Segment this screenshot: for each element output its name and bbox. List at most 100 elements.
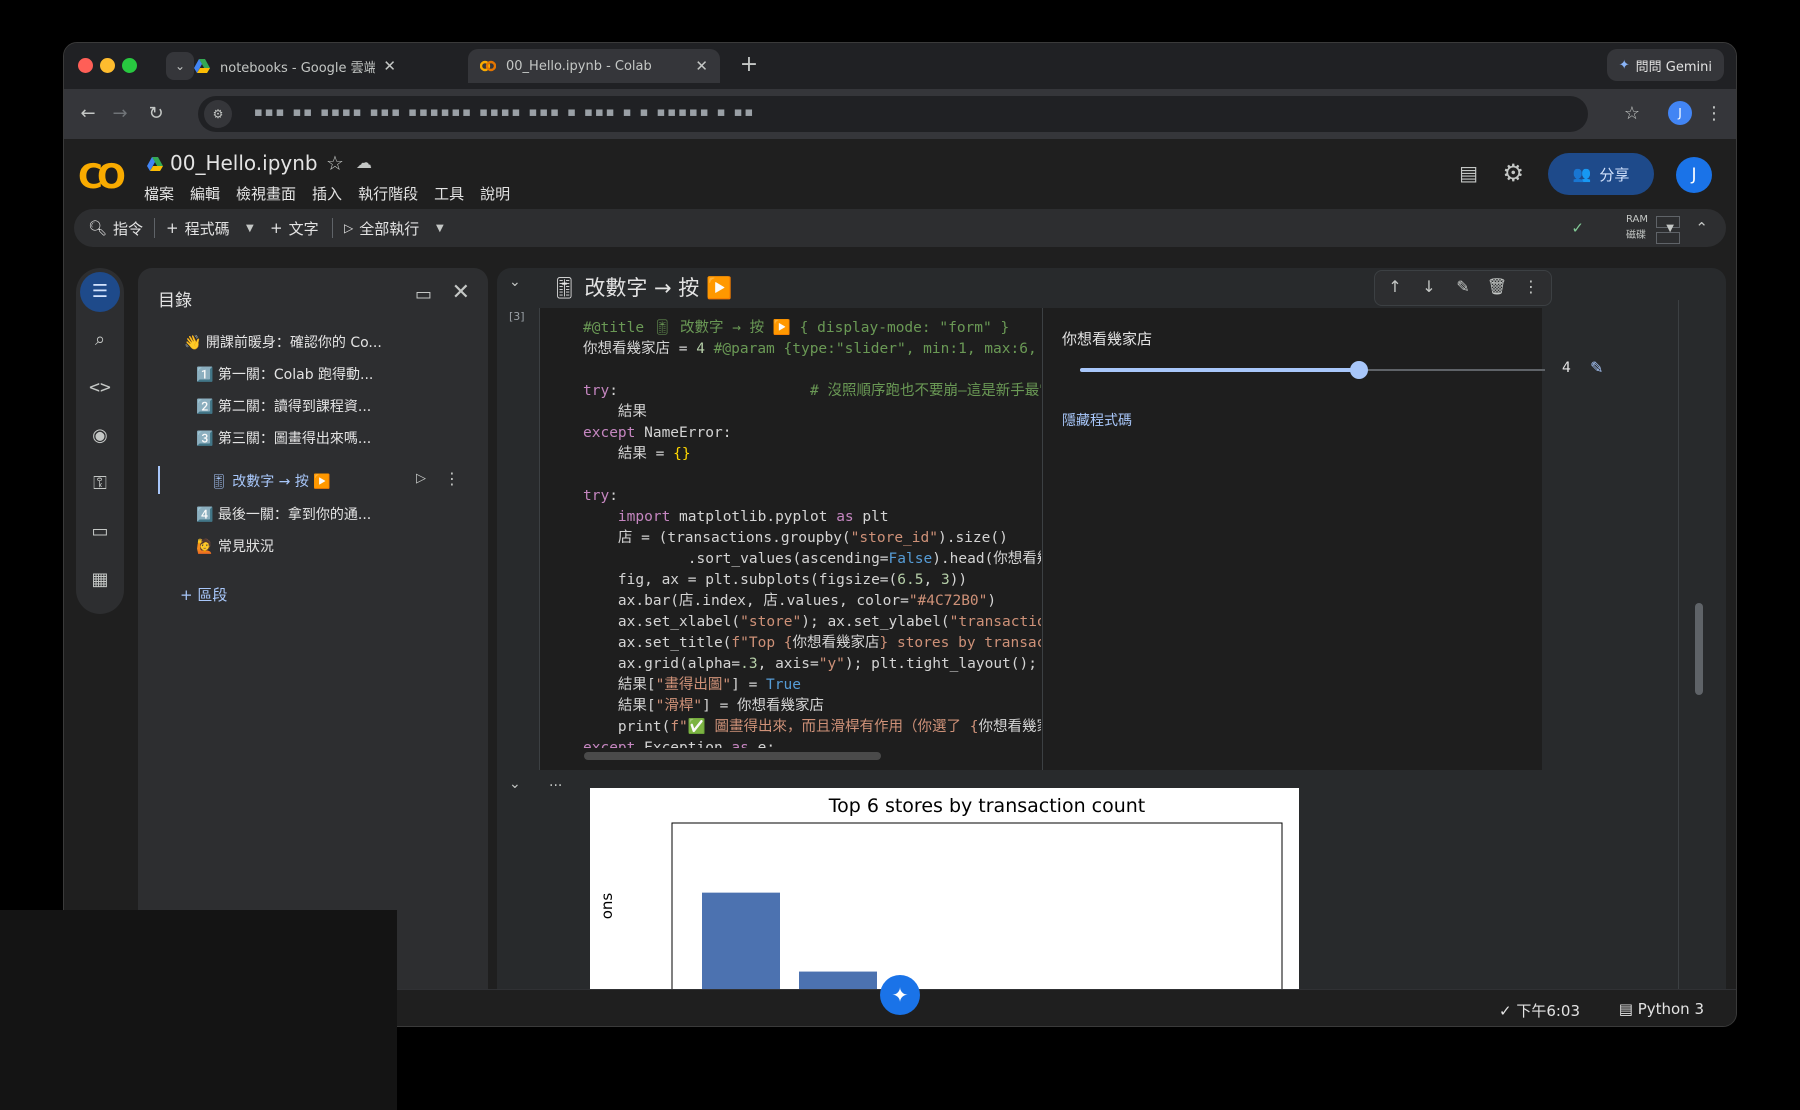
gemini-sparkle-icon[interactable]: ✦ (880, 975, 920, 1015)
vertical-scrollbar[interactable] (1695, 603, 1703, 695)
comment-icon[interactable]: ▤ (1459, 161, 1478, 185)
browser-window: ⌄ notebooks - Google 雲端硬碟 ✕ 00_Hello.ipy… (63, 42, 1737, 1027)
collapse-header-chevron-up-icon[interactable]: ⌃ (1695, 209, 1708, 247)
run-all-dropdown[interactable]: ▼ (436, 209, 444, 247)
more-options-icon[interactable]: ⋮ (1519, 277, 1543, 296)
user-avatar[interactable]: J (1676, 157, 1712, 193)
plus-icon: + (270, 219, 283, 237)
code-editor[interactable]: #@title 🎚 改數字 → 按 ▶️ { display-mode: "fo… (583, 318, 1041, 748)
tab-colab[interactable]: 00_Hello.ipynb - Colab ✕ (468, 49, 720, 83)
collapse-section-chevron-down-icon[interactable]: ⌄ (509, 274, 521, 290)
hide-code-link[interactable]: 隱藏程式碼 (1062, 410, 1132, 430)
find-replace-icon[interactable]: ⌕ (80, 320, 120, 360)
edit-pencil-icon[interactable]: ✎ (1590, 358, 1603, 377)
back-arrow-icon[interactable]: ← (76, 102, 100, 126)
close-icon[interactable]: ✕ (452, 280, 470, 305)
code-cell: #@title 🎚 改數字 → 按 ▶️ { display-mode: "fo… (539, 308, 1603, 770)
move-cell-up-arrow-icon[interactable]: ↑ (1383, 277, 1407, 296)
add-code-dropdown[interactable]: ▼ (246, 209, 254, 247)
run-section-play-icon[interactable]: ▷ (416, 471, 426, 486)
table-of-contents-icon[interactable]: ☰ (80, 272, 120, 312)
notebook-title[interactable]: 00_Hello.ipynb (170, 151, 318, 175)
toc-active-indicator (158, 466, 160, 494)
toc-item-warmup[interactable]: 👋 開課前暖身：確認你的 Co... (184, 332, 382, 352)
menu-tools[interactable]: 工具 (434, 183, 464, 204)
menu-file[interactable]: 檔案 (144, 183, 174, 204)
delete-trash-icon[interactable]: 🗑︎ (1485, 277, 1509, 296)
share-button[interactable]: 👥 分享 (1548, 153, 1654, 195)
close-tab-icon[interactable]: ✕ (383, 57, 396, 75)
toc-item-level1[interactable]: 1️⃣ 第一關：Colab 跑得動... (196, 364, 373, 384)
open-in-tab-icon[interactable]: ▭ (415, 284, 432, 305)
toc-item-level3[interactable]: 3️⃣ 第三關：圖畫得出來嗎... (196, 428, 371, 448)
plus-icon: + (180, 586, 193, 604)
site-info-icon[interactable]: ⚙ (204, 100, 232, 128)
command-palette-button[interactable]: 🔍︎ 指令 (88, 209, 143, 247)
menu-help[interactable]: 說明 (480, 183, 510, 204)
colab-logo[interactable]: CO (78, 157, 126, 197)
tab-google-drive[interactable]: notebooks - Google 雲端硬碟 ✕ (182, 49, 408, 83)
add-code-label: 程式碼 (184, 219, 230, 238)
gear-icon[interactable]: ⚙ (1502, 159, 1524, 187)
slider-fill (1080, 368, 1359, 372)
menu-edit[interactable]: 編輯 (190, 183, 220, 204)
reload-icon[interactable]: ↻ (144, 102, 168, 126)
variables-inspector-icon[interactable]: ◉ (80, 416, 120, 456)
horizontal-scrollbar[interactable] (584, 752, 881, 760)
menu-insert[interactable]: 插入 (312, 183, 342, 204)
form-divider (1042, 308, 1043, 770)
ram-label: RAM (1625, 214, 1648, 225)
output-actions-icon[interactable]: ... (549, 774, 562, 790)
minimize-window-button[interactable] (100, 58, 115, 73)
close-window-button[interactable] (78, 58, 93, 73)
runtime-status[interactable]: ▤ Python 3 (1619, 1000, 1704, 1018)
last-run-status[interactable]: ✓ 下午6:03 (1499, 1000, 1580, 1021)
slider-value: 4 (1562, 360, 1571, 376)
move-cell-down-arrow-icon[interactable]: ↓ (1417, 277, 1441, 296)
collapse-output-chevron-down-icon[interactable]: ⌄ (509, 776, 521, 792)
run-all-button[interactable]: ▷ 全部執行 (344, 209, 419, 247)
toc-item-faq[interactable]: 🙋 常見狀況 (196, 536, 274, 556)
add-code-cell-button[interactable]: + 程式碼 (166, 209, 230, 247)
toc-item-final[interactable]: 4️⃣ 最後一關：拿到你的通... (196, 504, 371, 524)
tab-strip: ⌄ notebooks - Google 雲端硬碟 ✕ 00_Hello.ipy… (64, 43, 1736, 89)
secrets-key-icon[interactable]: ⚿ (80, 464, 120, 504)
forward-arrow-icon[interactable]: → (108, 102, 132, 126)
google-drive-icon[interactable] (146, 156, 164, 172)
slider-thumb[interactable] (1350, 361, 1368, 379)
files-folder-icon[interactable]: ▭ (80, 512, 120, 552)
resource-monitor[interactable]: RAM 磁碟 (1625, 212, 1680, 244)
google-drive-icon (194, 59, 210, 73)
connected-check-icon: ✓ (1571, 219, 1584, 237)
add-text-cell-button[interactable]: + 文字 (270, 209, 319, 247)
add-section-label: 區段 (197, 586, 228, 604)
toolbar-divider (332, 218, 333, 238)
close-tab-icon[interactable]: ✕ (695, 57, 708, 75)
bookmark-star-icon[interactable]: ☆ (1620, 102, 1644, 126)
ask-gemini-button[interactable]: ✦ 問問 Gemini (1606, 49, 1724, 81)
chart-title: Top 6 stores by transaction count (828, 795, 1146, 817)
run-all-label: 全部執行 (359, 219, 420, 238)
omnibox[interactable]: ⚙ ▪▪▪ ▪▪ ▪▪▪▪ ▪▪▪ ▪▪▪▪▪▪ ▪▪▪▪ ▪▪▪ ▪ ▪▪▪ … (198, 96, 1588, 132)
runtime-dropdown[interactable]: ▼ (1666, 209, 1674, 247)
menu-runtime[interactable]: 執行階段 (358, 183, 418, 204)
section-more-icon[interactable]: ⋮ (444, 469, 460, 488)
toc-item-slider-section[interactable]: 🎚 改數字 → 按 ▶️ (210, 471, 331, 491)
edit-pencil-icon[interactable]: ✎ (1451, 277, 1475, 296)
notebook-area: ⌄ 🎚 改數字 → 按 ▶️ ↑ ↓ ✎ 🗑︎ ⋮ [3] ▶ #@title … (497, 268, 1726, 1026)
data-table-icon[interactable]: ▦ (80, 560, 120, 600)
search-icon: 🔍︎ (88, 219, 108, 237)
browser-profile-avatar[interactable]: J (1668, 101, 1692, 125)
add-section-button[interactable]: + 區段 (180, 584, 227, 605)
browser-menu-icon[interactable]: ⋮ (1702, 102, 1726, 126)
toc-item-level2[interactable]: 2️⃣ 第二關：讀得到課程資... (196, 396, 371, 416)
star-icon[interactable]: ☆ (326, 151, 344, 175)
notebook-toolbar: 🔍︎ 指令 + 程式碼 ▼ + 文字 ▷ 全部執行 ▼ ✓ RAM 磁碟 ▼ ⌃ (74, 209, 1726, 247)
menu-view[interactable]: 檢視畫面 (236, 183, 296, 204)
code-snippets-icon[interactable]: <> (80, 368, 120, 408)
runtime-label: Python 3 (1637, 1000, 1704, 1018)
zoom-window-button[interactable] (122, 58, 137, 73)
form-panel: 你想看幾家店 4 ✎ 隱藏程式碼 (1060, 318, 1603, 758)
plus-icon: + (166, 219, 179, 237)
new-tab-plus-icon[interactable]: + (734, 51, 764, 81)
